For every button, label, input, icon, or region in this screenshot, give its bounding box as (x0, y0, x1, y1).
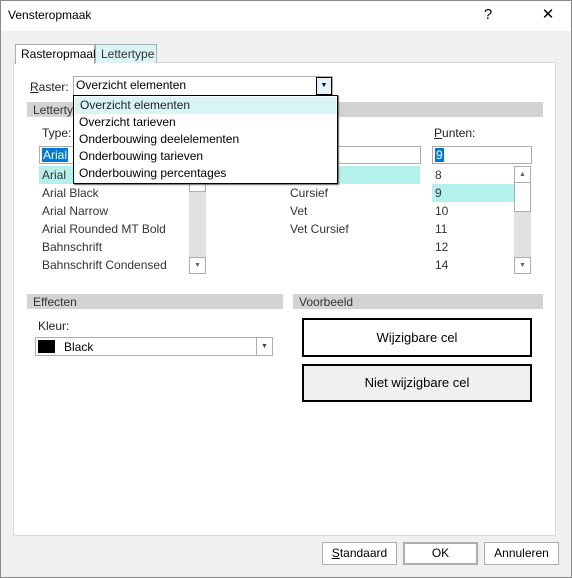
preview-noneditable-cell: Niet wijzigbare cel (302, 364, 532, 402)
punten-input[interactable]: 9 (432, 146, 532, 164)
close-button[interactable]: ✕ (533, 4, 563, 26)
raster-dropdown-list[interactable]: Overzicht elementen Overzicht tarieven O… (73, 95, 338, 184)
kleur-value: Black (64, 340, 94, 354)
list-item[interactable]: Vet Cursief (287, 220, 420, 238)
list-item[interactable]: Vet (287, 202, 420, 220)
list-item[interactable]: Bahnschrift (39, 238, 189, 256)
scroll-thumb[interactable] (514, 182, 531, 212)
list-item[interactable]: 12 (432, 238, 514, 256)
tab-rasteropmaak[interactable]: Rasteropmaak (15, 44, 99, 64)
list-item[interactable]: 11 (432, 220, 514, 238)
raster-label: Raster: (30, 80, 69, 94)
tab-lettertype[interactable]: Lettertype (95, 44, 157, 63)
annuleren-button[interactable]: Annuleren (484, 542, 559, 565)
ok-button[interactable]: OK (403, 542, 478, 565)
scroll-down-icon[interactable]: ▼ (189, 257, 206, 274)
dropdown-option[interactable]: Onderbouwing deelelementen (74, 131, 337, 148)
chevron-down-icon[interactable]: ▼ (256, 338, 272, 355)
chevron-down-icon[interactable]: ▼ (316, 77, 332, 95)
list-item[interactable]: 9 (432, 184, 514, 202)
dropdown-option[interactable]: Overzicht tarieven (74, 114, 337, 131)
list-item[interactable]: Arial Narrow (39, 202, 189, 220)
raster-value: Overzicht elementen (76, 78, 187, 92)
list-item[interactable]: Bahnschrift Condensed (39, 256, 189, 274)
help-button[interactable]: ? (473, 4, 503, 26)
dropdown-option[interactable]: Onderbouwing percentages (74, 165, 337, 182)
scroll-down-icon[interactable]: ▼ (514, 257, 531, 274)
color-swatch (38, 340, 55, 353)
dropdown-option[interactable]: Overzicht elementen (75, 97, 336, 114)
effecten-section: Effecten (27, 294, 283, 309)
standaard-button[interactable]: Standaard (322, 542, 397, 565)
punten-label: Punten: (434, 126, 476, 140)
punten-list[interactable]: 8 9 10 11 12 14 (432, 166, 514, 274)
list-item[interactable]: 8 (432, 166, 514, 184)
kleur-label: Kleur: (38, 319, 70, 333)
type-label: Type: (42, 126, 72, 140)
raster-combo[interactable]: Overzicht elementen (73, 76, 333, 96)
list-item[interactable]: 14 (432, 256, 514, 274)
list-item[interactable]: 10 (432, 202, 514, 220)
scroll-up-icon[interactable]: ▲ (514, 166, 531, 183)
list-item[interactable]: Cursief (287, 184, 420, 202)
list-item[interactable]: Arial Black (39, 184, 189, 202)
dropdown-option[interactable]: Onderbouwing tarieven (74, 148, 337, 165)
voorbeeld-section: Voorbeeld (293, 294, 543, 309)
window-title: Vensteropmaak (8, 8, 92, 22)
preview-editable-cell: Wijzigbare cel (302, 318, 532, 357)
list-item[interactable]: Arial Rounded MT Bold (39, 220, 189, 238)
